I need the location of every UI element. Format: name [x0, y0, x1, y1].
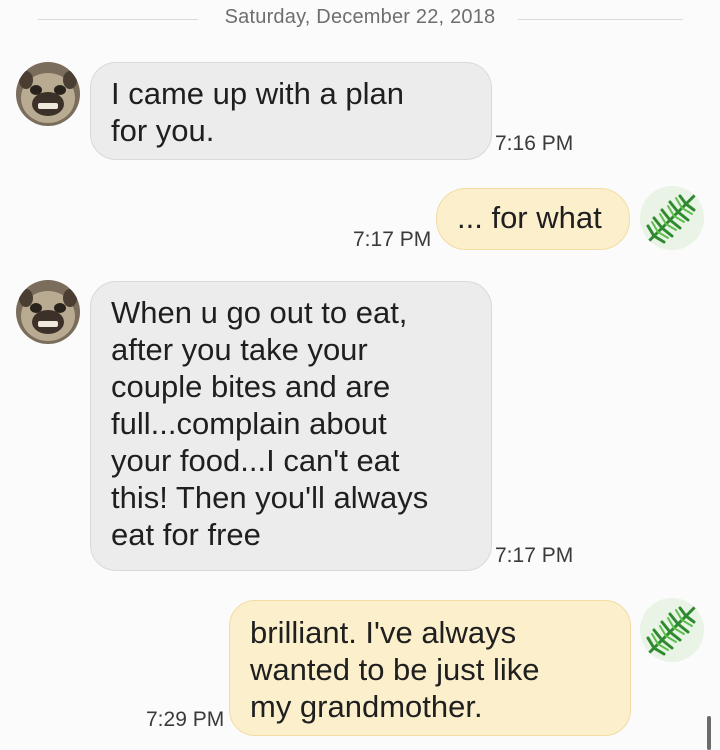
fern-avatar-icon[interactable]: [640, 186, 704, 250]
message-bubble-outgoing[interactable]: ... for what: [436, 188, 630, 250]
message-text-line: wanted to be just like: [250, 652, 540, 687]
message-text-line: this! Then you'll always: [111, 480, 429, 515]
message-bubble-outgoing[interactable]: brilliant. I've always wanted to be just…: [229, 600, 631, 736]
message-timestamp: 7:29 PM: [146, 708, 225, 731]
scrollbar[interactable]: [707, 716, 711, 750]
message-text-line: my grandmother.: [250, 689, 483, 724]
message-timestamp: 7:17 PM: [353, 228, 432, 251]
date-separator: Saturday, December 22, 2018: [0, 0, 720, 40]
message-text-line: eat for free: [111, 517, 261, 552]
message-text-line: your food...I can't eat: [111, 443, 400, 478]
message-text-line: When u go out to eat,: [111, 295, 408, 330]
date-divider-right: [518, 19, 683, 20]
date-label: Saturday, December 22, 2018: [224, 6, 496, 28]
message-text-line: brilliant. I've always: [250, 615, 517, 650]
pug-avatar-icon[interactable]: [16, 62, 80, 126]
message-text-line: after you take your: [111, 332, 368, 367]
message-text-line: ... for what: [457, 200, 602, 235]
message-timestamp: 7:17 PM: [495, 544, 574, 567]
message-timestamp: 7:16 PM: [495, 132, 574, 155]
fern-avatar-icon[interactable]: [640, 598, 704, 662]
message-text-line: full...complain about: [111, 406, 387, 441]
message-bubble-incoming[interactable]: I came up with a plan for you.: [90, 62, 492, 160]
message-text-line: for you.: [111, 113, 215, 148]
message-text-line: I came up with a plan: [111, 76, 404, 111]
message-bubble-incoming[interactable]: When u go out to eat, after you take you…: [90, 281, 492, 571]
pug-avatar-icon[interactable]: [16, 280, 80, 344]
message-text-line: couple bites and are: [111, 369, 391, 404]
